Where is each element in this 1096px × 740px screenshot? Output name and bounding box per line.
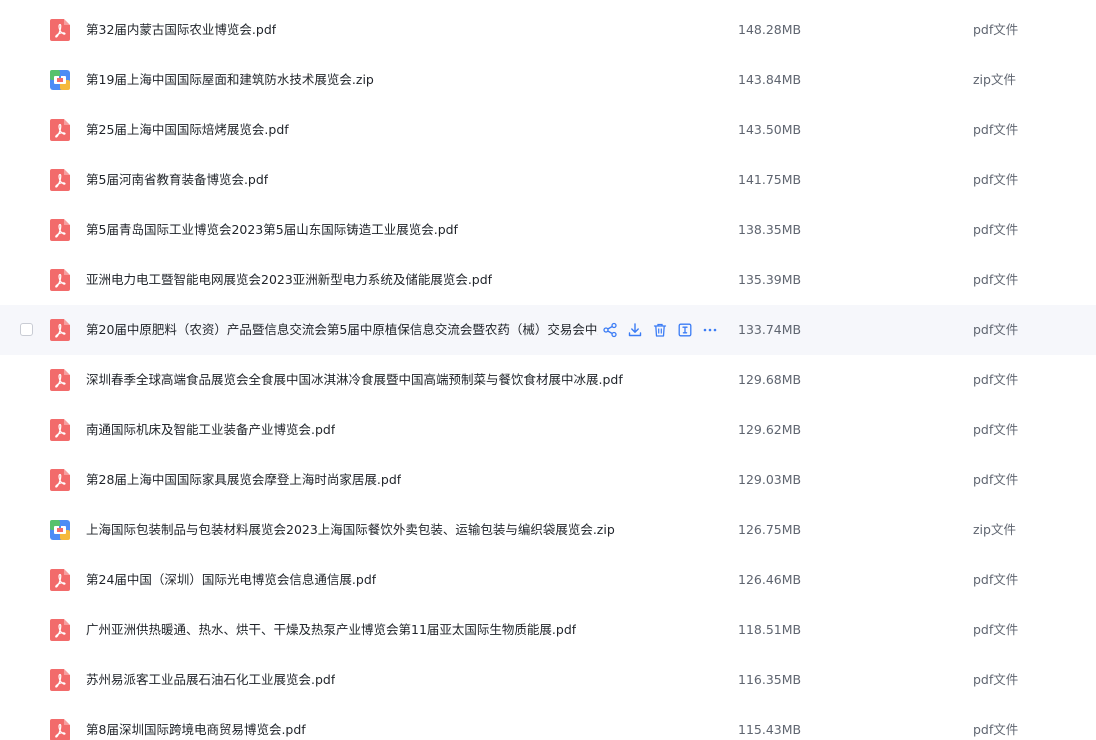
file-size: 143.84MB (738, 72, 802, 87)
file-row[interactable]: 第5届青岛国际工业博览会2023第5届山东国际铸造工业展览会.pdf 138.35… (0, 205, 1096, 255)
pdf-icon (50, 319, 70, 341)
file-name[interactable]: 第24届中国（深圳）国际光电博览会信息通信展.pdf (86, 571, 376, 589)
file-name[interactable]: 第28届上海中国国际家具展览会摩登上海时尚家居展.pdf (86, 471, 401, 489)
file-type: pdf文件 (973, 722, 1019, 737)
zip-icon (50, 519, 70, 541)
file-name[interactable]: 南通国际机床及智能工业装备产业博览会.pdf (86, 421, 335, 439)
file-row[interactable]: 上海国际包装制品与包装材料展览会2023上海国际餐饮外卖包装、运输包装与编织袋展… (0, 505, 1096, 555)
trash-icon (652, 322, 668, 338)
file-size: 135.39MB (738, 272, 802, 287)
file-type: pdf文件 (973, 322, 1019, 337)
file-type: pdf文件 (973, 622, 1019, 637)
file-row[interactable]: 第19届上海中国国际屋面和建筑防水技术展览会.zip 143.84MB zip文件 (0, 55, 1096, 105)
pdf-icon (50, 219, 70, 241)
file-type: pdf文件 (973, 122, 1019, 137)
file-type: zip文件 (973, 72, 1016, 87)
file-type: pdf文件 (973, 672, 1019, 687)
file-size: 138.35MB (738, 222, 802, 237)
file-type: pdf文件 (973, 372, 1019, 387)
file-size: 126.46MB (738, 572, 802, 587)
file-name[interactable]: 第5届青岛国际工业博览会2023第5届山东国际铸造工业展览会.pdf (86, 221, 458, 239)
rename-icon (677, 322, 693, 338)
pdf-icon (50, 719, 70, 740)
file-name[interactable]: 上海国际包装制品与包装材料展览会2023上海国际餐饮外卖包装、运输包装与编织袋展… (86, 521, 615, 539)
file-row[interactable]: 南通国际机床及智能工业装备产业博览会.pdf 129.62MB pdf文件 (0, 405, 1096, 455)
share-icon (602, 322, 618, 338)
file-name[interactable]: 第8届深圳国际跨境电商贸易博览会.pdf (86, 721, 306, 739)
file-size: 143.50MB (738, 122, 802, 137)
file-name[interactable]: 第19届上海中国国际屋面和建筑防水技术展览会.zip (86, 71, 374, 89)
pdf-icon (50, 19, 70, 41)
file-size: 129.62MB (738, 422, 802, 437)
share-button[interactable] (602, 322, 618, 338)
download-icon (627, 322, 643, 338)
file-size: 148.28MB (738, 22, 802, 37)
file-row[interactable]: 第24届中国（深圳）国际光电博览会信息通信展.pdf 126.46MB pdf文件 (0, 555, 1096, 605)
file-size: 129.03MB (738, 472, 802, 487)
file-size: 118.51MB (738, 622, 802, 637)
pdf-icon (50, 469, 70, 491)
file-list: 第32届内蒙古国际农业博览会.pdf 148.28MB pdf文件 第19届上海中国国… (0, 0, 1096, 740)
pdf-icon (50, 569, 70, 591)
file-row[interactable]: 深圳春季全球高端食品展览会全食展中国冰淇淋冷食展暨中国高端预制菜与餐饮食材展中冰… (0, 355, 1096, 405)
zip-icon (50, 69, 70, 91)
file-type: pdf文件 (973, 572, 1019, 587)
file-name[interactable]: 第5届河南省教育装备博览会.pdf (86, 171, 268, 189)
rename-button[interactable] (677, 322, 693, 338)
file-row[interactable]: 第20届中原肥料（农资）产品暨信息交流会第5届中原植保信息交流会暨农药（械）交易… (0, 305, 1096, 355)
file-type: pdf文件 (973, 172, 1019, 187)
pdf-icon (50, 269, 70, 291)
file-name[interactable]: 第25届上海中国国际焙烤展览会.pdf (86, 121, 289, 139)
file-type: pdf文件 (973, 22, 1019, 37)
file-size: 141.75MB (738, 172, 802, 187)
file-type: zip文件 (973, 522, 1016, 537)
file-row[interactable]: 第5届河南省教育装备博览会.pdf 141.75MB pdf文件 (0, 155, 1096, 205)
pdf-icon (50, 619, 70, 641)
pdf-icon (50, 119, 70, 141)
pdf-icon (50, 419, 70, 441)
file-row[interactable]: 第28届上海中国国际家具展览会摩登上海时尚家居展.pdf 129.03MB pdf文… (0, 455, 1096, 505)
delete-button[interactable] (652, 322, 668, 338)
file-row[interactable]: 第32届内蒙古国际农业博览会.pdf 148.28MB pdf文件 (0, 5, 1096, 55)
file-name[interactable]: 第20届中原肥料（农资）产品暨信息交流会第5届中原植保信息交流会暨农药（械）交易… (86, 321, 598, 339)
file-name[interactable]: 苏州易派客工业品展石油石化工业展览会.pdf (86, 671, 335, 689)
file-row[interactable]: 广州亚洲供热暖通、热水、烘干、干燥及热泵产业博览会第11届亚太国际生物质能展.p… (0, 605, 1096, 655)
download-button[interactable] (627, 322, 643, 338)
file-row[interactable]: 苏州易派客工业品展石油石化工业展览会.pdf 116.35MB pdf文件 (0, 655, 1096, 705)
file-name[interactable]: 第32届内蒙古国际农业博览会.pdf (86, 21, 276, 39)
file-row[interactable]: 第25届上海中国国际焙烤展览会.pdf 143.50MB pdf文件 (0, 105, 1096, 155)
row-checkbox[interactable] (20, 323, 33, 336)
file-name[interactable]: 亚洲电力电工暨智能电网展览会2023亚洲新型电力系统及储能展览会.pdf (86, 271, 492, 289)
file-name[interactable]: 广州亚洲供热暖通、热水、烘干、干燥及热泵产业博览会第11届亚太国际生物质能展.p… (86, 621, 576, 639)
file-row[interactable]: 亚洲电力电工暨智能电网展览会2023亚洲新型电力系统及储能展览会.pdf 135.… (0, 255, 1096, 305)
file-size: 133.74MB (738, 322, 802, 337)
file-row[interactable]: 第8届深圳国际跨境电商贸易博览会.pdf 115.43MB pdf文件 (0, 705, 1096, 740)
file-size: 115.43MB (738, 722, 802, 737)
pdf-icon (50, 669, 70, 691)
more-button[interactable] (702, 322, 718, 338)
more-icon (702, 322, 718, 338)
file-type: pdf文件 (973, 422, 1019, 437)
file-size: 129.68MB (738, 372, 802, 387)
file-type: pdf文件 (973, 222, 1019, 237)
file-name[interactable]: 深圳春季全球高端食品展览会全食展中国冰淇淋冷食展暨中国高端预制菜与餐饮食材展中冰… (86, 371, 623, 389)
pdf-icon (50, 369, 70, 391)
file-size: 116.35MB (738, 672, 802, 687)
file-type: pdf文件 (973, 272, 1019, 287)
file-type: pdf文件 (973, 472, 1019, 487)
pdf-icon (50, 169, 70, 191)
file-size: 126.75MB (738, 522, 802, 537)
